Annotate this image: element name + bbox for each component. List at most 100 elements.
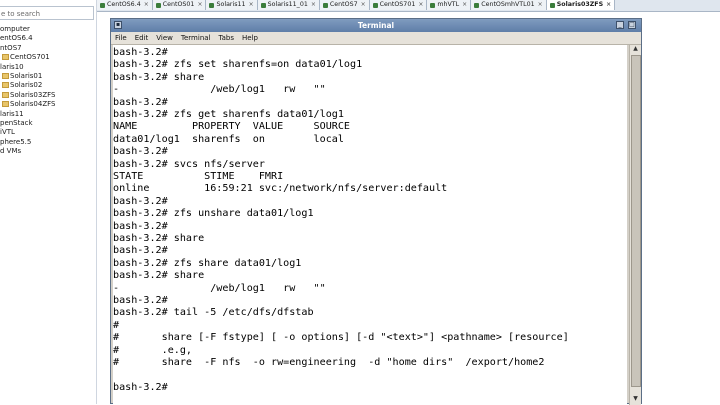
terminal-scrollbar[interactable]: ▲ ▼ <box>629 45 641 405</box>
inventory-tree-item[interactable]: laris11 <box>0 110 96 119</box>
close-tab-icon[interactable]: × <box>249 0 254 10</box>
vm-tab-label: CentOSmhVTL01 <box>481 1 535 8</box>
inventory-sidebar: e to search omputer entOS6.4 ntOS7 CentOS70… <box>0 0 97 404</box>
terminal-menu-item[interactable]: Edit <box>131 32 153 44</box>
terminal-line: bash-3.2# zfs unshare data01/log1 <box>113 208 314 220</box>
inventory-tree-item[interactable]: ntOS7 <box>0 44 96 53</box>
minimize-icon[interactable]: _ <box>616 21 624 29</box>
terminal-line: STATE STIME FMRI <box>113 171 284 182</box>
vm-powered-on-icon <box>100 2 105 8</box>
terminal-title: Terminal <box>357 21 395 30</box>
vm-tab-label: mhVTL <box>437 1 460 8</box>
vm-tab[interactable]: Solaris11 × <box>206 0 258 10</box>
vm-powered-on-icon <box>209 2 215 8</box>
vm-folder-icon <box>2 91 9 98</box>
vm-tab-bar: CentOS6.4 × CentOS01 × Solaris11 × Solaris11_0… <box>97 0 720 12</box>
inventory-tree-label: CentOS701 <box>10 53 50 62</box>
terminal-line: bash-3.2# <box>113 47 168 58</box>
window-menu-icon[interactable]: ▪ <box>114 21 122 29</box>
inventory-tree-label: iVTL <box>0 128 15 137</box>
terminal-line: bash-3.2# share <box>113 71 205 83</box>
vm-tab-label: Solaris03ZFS <box>556 1 604 8</box>
close-tab-icon[interactable]: × <box>418 0 423 10</box>
vm-powered-on-icon <box>372 2 378 8</box>
terminal-line: bash-3.2# <box>113 381 168 393</box>
close-tab-icon[interactable]: × <box>311 0 316 10</box>
scrollbar-thumb[interactable] <box>631 55 641 387</box>
terminal-menu-item[interactable]: View <box>152 32 177 44</box>
inventory-search-input[interactable]: e to search <box>0 6 94 20</box>
inventory-tree-item[interactable]: Solaris02 <box>0 81 96 90</box>
vm-tab[interactable]: Solaris03ZFS × <box>546 0 616 10</box>
vm-tab[interactable]: CentOS7 × <box>319 0 370 10</box>
inventory-tree-item[interactable]: CentOS701 <box>0 53 96 62</box>
maximize-icon[interactable]: □ <box>628 21 636 29</box>
close-tab-icon[interactable]: × <box>144 0 149 10</box>
inventory-tree-label: Solaris01 <box>10 71 43 80</box>
close-tab-icon[interactable]: × <box>606 0 611 10</box>
inventory-tree-label: penStack <box>0 118 33 127</box>
close-tab-icon[interactable]: × <box>538 0 543 10</box>
terminal-line: online 16:59:21 svc:/network/nfs/server:… <box>113 183 448 195</box>
vm-tab-label: CentOS7 <box>329 1 358 8</box>
inventory-tree-item[interactable]: omputer <box>0 25 96 34</box>
terminal-line: - /web/log1 rw "" <box>113 282 326 294</box>
terminal-titlebar[interactable]: Terminal ▪ _ □ <box>111 19 641 32</box>
vm-powered-on-icon <box>155 2 161 8</box>
vm-tab-label: Solaris11_01 <box>267 1 308 8</box>
terminal-line: bash-3.2# <box>113 146 168 158</box>
terminal-line: data01/log1 sharenfs on local <box>113 133 344 145</box>
vm-powered-on-icon <box>549 2 555 8</box>
terminal-line: bash-3.2# <box>113 96 168 108</box>
vm-tab[interactable]: CentOSmhVTL01 × <box>471 0 547 10</box>
terminal-output[interactable]: bash-3.2# bash-3.2# zfs set sharenfs=on d… <box>113 45 627 405</box>
vm-tab[interactable]: CentOS01 × <box>152 0 207 10</box>
close-tab-icon[interactable]: × <box>462 0 467 10</box>
inventory-tree-item[interactable]: phere5.5 <box>0 138 96 147</box>
vm-folder-icon <box>2 72 9 79</box>
terminal-line: bash-3.2# tail -5 /etc/dfs/dfstab <box>113 307 314 319</box>
terminal-menubar: File Edit View Terminal Tabs Help <box>111 32 641 45</box>
close-tab-icon[interactable]: × <box>361 0 366 10</box>
vm-tab-label: CentOS01 <box>162 1 195 8</box>
terminal-line: - /web/log1 rw "" <box>113 84 326 96</box>
terminal-line: # share -F nfs -o rw=engineering -d "hom… <box>113 357 545 368</box>
vm-powered-on-icon <box>474 2 480 8</box>
inventory-tree-item[interactable]: Solaris01 <box>0 72 96 81</box>
inventory-tree-item[interactable]: entOS6.4 <box>0 34 96 43</box>
vm-tab[interactable]: Solaris11_01 × <box>257 0 320 10</box>
terminal-window: Terminal ▪ _ □ File Edit View Terminal Tabs H… <box>110 18 642 405</box>
inventory-tree-item[interactable]: iVTL <box>0 128 96 137</box>
inventory-tree-label: Solaris04ZFS <box>10 100 56 109</box>
vm-powered-on-icon <box>430 2 436 8</box>
vm-tab-label: Solaris11 <box>216 1 246 8</box>
inventory-tree-item[interactable]: penStack <box>0 119 96 128</box>
terminal-line: # share [-F fstype] [ -o options] [-d "<… <box>113 332 569 344</box>
terminal-line: bash-3.2# <box>113 220 168 232</box>
vm-tab[interactable]: CentOS701 × <box>369 0 428 10</box>
terminal-line: bash-3.2# svcs nfs/server <box>113 158 265 170</box>
vm-tab-label: CentOS6.4 <box>107 1 141 8</box>
inventory-tree: omputer entOS6.4 ntOS7 CentOS701 laris10 Sola… <box>0 25 96 156</box>
inventory-tree-item[interactable]: laris10 <box>0 63 96 72</box>
close-tab-icon[interactable]: × <box>197 0 202 10</box>
terminal-line: bash-3.2# zfs share data01/log1 <box>113 257 302 269</box>
vm-tab[interactable]: mhVTL × <box>427 0 472 10</box>
vm-powered-on-icon <box>322 2 328 8</box>
terminal-line: NAME PROPERTY VALUE SOURCE <box>113 121 351 133</box>
inventory-tree-label: entOS6.4 <box>0 34 33 43</box>
inventory-tree-item[interactable]: Solaris03ZFS <box>0 91 96 100</box>
terminal-menu-item[interactable]: Help <box>238 32 262 44</box>
inventory-tree-label: d VMs <box>0 147 22 156</box>
terminal-menu-item[interactable]: Tabs <box>215 32 239 44</box>
terminal-line: bash-3.2# <box>113 295 168 306</box>
terminal-menu-item[interactable]: File <box>111 32 131 44</box>
inventory-tree-item[interactable]: d VMs <box>0 147 96 156</box>
vm-powered-on-icon <box>260 2 266 8</box>
scroll-up-icon[interactable]: ▲ <box>631 45 640 53</box>
scroll-down-icon[interactable]: ▼ <box>631 395 640 403</box>
inventory-tree-item[interactable]: Solaris04ZFS <box>0 100 96 109</box>
vm-tab[interactable]: CentOS6.4 × <box>97 0 153 10</box>
terminal-menu-item[interactable]: Terminal <box>177 32 215 44</box>
terminal-line: # <box>113 319 120 331</box>
